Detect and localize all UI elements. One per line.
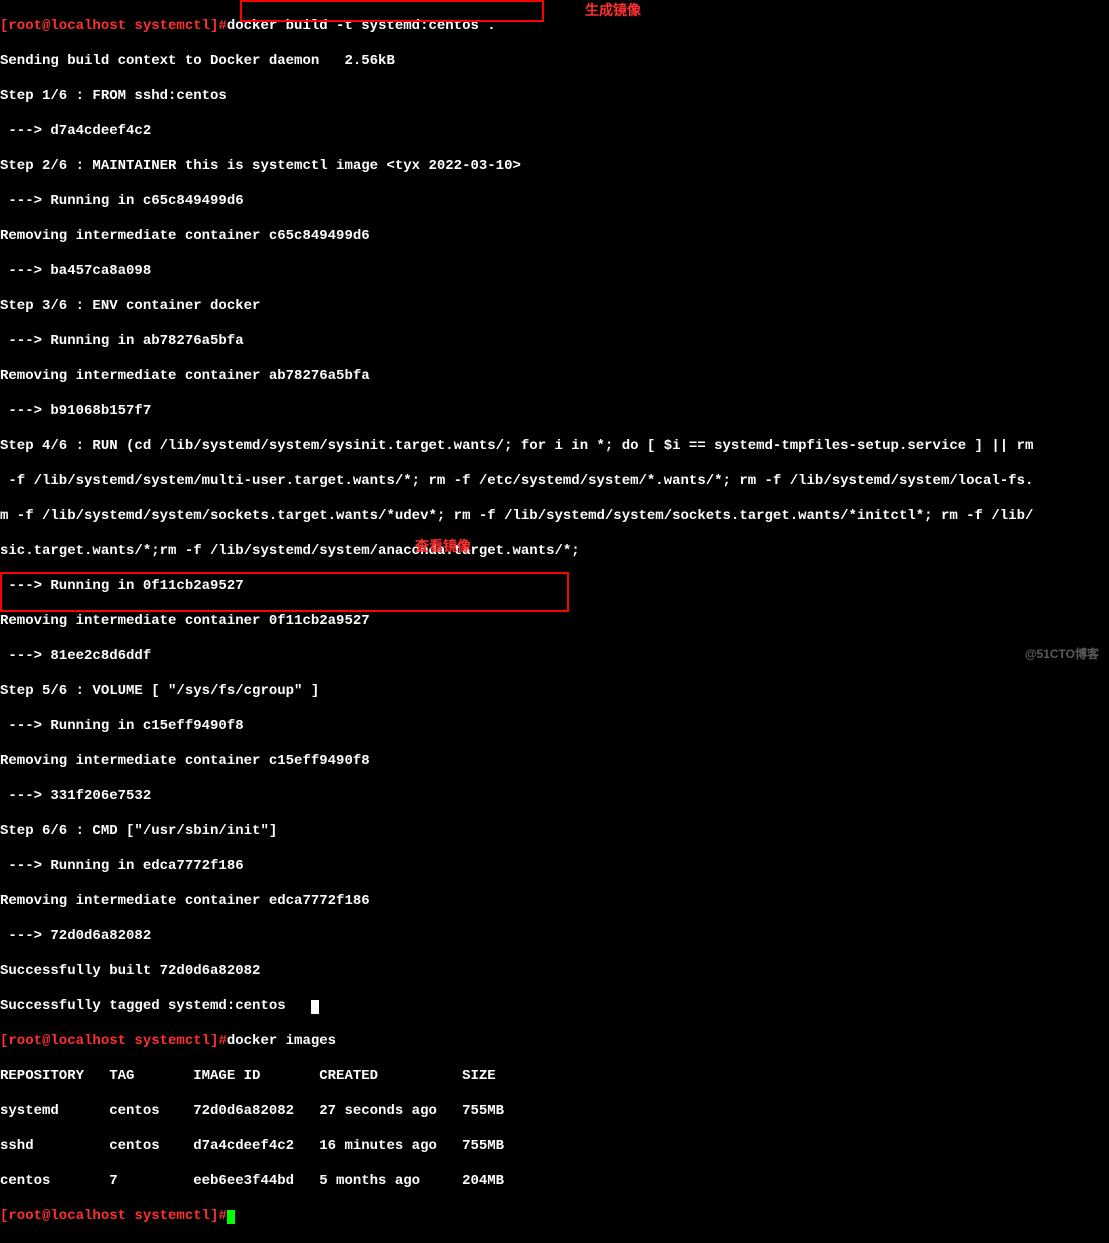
command-images: docker images <box>227 1033 336 1049</box>
output-line: Step 2/6 : MAINTAINER this is systemctl … <box>0 158 1109 176</box>
output-line: Removing intermediate container 0f11cb2a… <box>0 613 1109 631</box>
output-line: Removing intermediate container ab78276a… <box>0 368 1109 386</box>
prompt-hash: # <box>218 1208 226 1224</box>
terminal[interactable]: [root@localhost systemctl]#docker build … <box>0 0 1109 1243</box>
prompt-hash: # <box>218 18 226 34</box>
annotation-images: 查看镜像 <box>415 538 471 556</box>
output-line: ---> Running in ab78276a5bfa <box>0 333 1109 351</box>
highlight-box-images <box>0 572 569 612</box>
prompt: [root@localhost systemctl] <box>0 18 218 34</box>
output-line: Step 3/6 : ENV container docker <box>0 298 1109 316</box>
output-line: ---> Running in c15eff9490f8 <box>0 718 1109 736</box>
output-line: ---> b91068b157f7 <box>0 403 1109 421</box>
prompt: [root@localhost systemctl] <box>0 1033 218 1049</box>
output-line: ---> Running in c65c849499d6 <box>0 193 1109 211</box>
output-line: ---> 72d0d6a82082 <box>0 928 1109 946</box>
output-line: Removing intermediate container c65c8494… <box>0 228 1109 246</box>
output-line: Step 4/6 : RUN (cd /lib/systemd/system/s… <box>0 438 1109 456</box>
output-line: Removing intermediate container edca7772… <box>0 893 1109 911</box>
output-line: Successfully tagged systemd:centos <box>0 998 286 1014</box>
table-header: REPOSITORY TAG IMAGE ID CREATED SIZE <box>0 1068 1109 1086</box>
output-line: ---> ba457ca8a098 <box>0 263 1109 281</box>
output-line: ---> 81ee2c8d6ddf <box>0 648 1109 666</box>
output-line: Step 1/6 : FROM sshd:centos <box>0 88 1109 106</box>
annotation-build: 生成镜像 <box>585 2 641 20</box>
highlight-box-build <box>240 0 544 22</box>
output-line: Sending build context to Docker daemon 2… <box>0 53 1109 71</box>
watermark: @51CTO博客 <box>1025 647 1099 662</box>
output-line: ---> Running in edca7772f186 <box>0 858 1109 876</box>
table-row: systemd centos 72d0d6a82082 27 seconds a… <box>0 1103 1109 1121</box>
table-row: centos 7 eeb6ee3f44bd 5 months ago 204MB <box>0 1173 1109 1191</box>
output-line: Removing intermediate container c15eff94… <box>0 753 1109 771</box>
cursor-icon <box>227 1210 235 1224</box>
output-line: Step 5/6 : VOLUME [ "/sys/fs/cgroup" ] <box>0 683 1109 701</box>
output-line: ---> 331f206e7532 <box>0 788 1109 806</box>
output-line: ---> d7a4cdeef4c2 <box>0 123 1109 141</box>
output-line: sic.target.wants/*;rm -f /lib/systemd/sy… <box>0 543 1109 561</box>
prompt: [root@localhost systemctl] <box>0 1208 218 1224</box>
output-line: Successfully built 72d0d6a82082 <box>0 963 1109 981</box>
prompt-hash: # <box>218 1033 226 1049</box>
output-line: Step 6/6 : CMD ["/usr/sbin/init"] <box>0 823 1109 841</box>
output-line: -f /lib/systemd/system/multi-user.target… <box>0 473 1109 491</box>
output-line: m -f /lib/systemd/system/sockets.target.… <box>0 508 1109 526</box>
table-row: sshd centos d7a4cdeef4c2 16 minutes ago … <box>0 1138 1109 1156</box>
cursor-icon <box>311 1000 319 1014</box>
